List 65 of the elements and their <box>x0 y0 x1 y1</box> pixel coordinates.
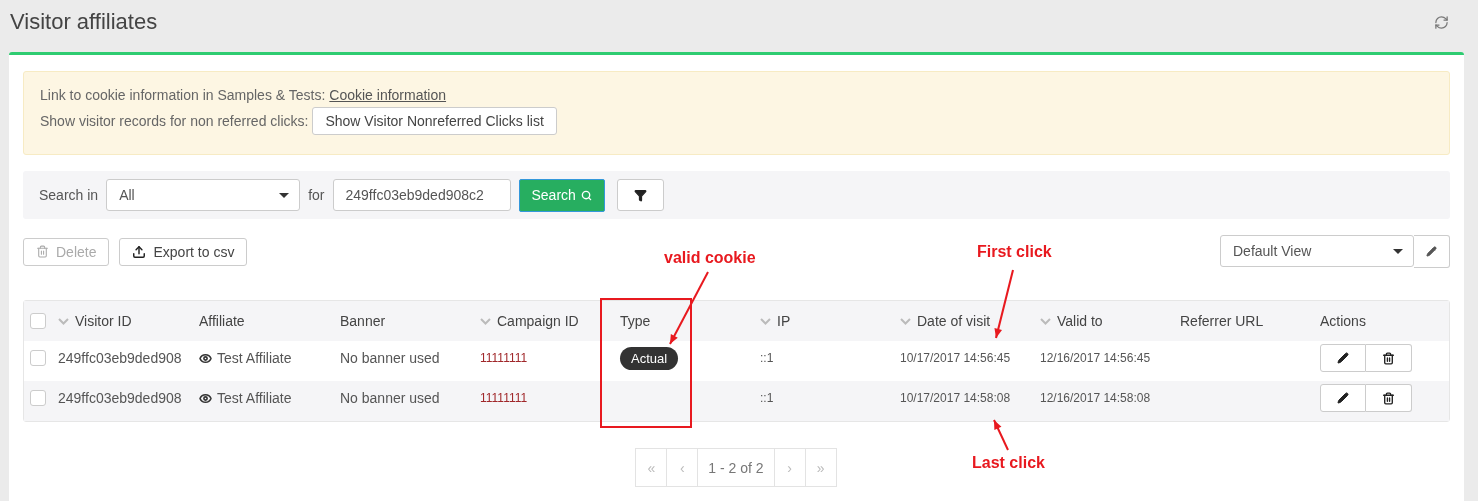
column-header[interactable]: Visitor ID <box>58 313 199 329</box>
column-header: Banner <box>340 313 387 329</box>
column-header[interactable]: IP <box>760 313 900 329</box>
row-checkbox[interactable] <box>30 350 46 366</box>
nonreferred-text: Show visitor records for non referred clicks: <box>40 113 309 129</box>
annotation-label: valid cookie <box>664 249 756 267</box>
edit-view-button[interactable] <box>1414 235 1450 268</box>
delete-button[interactable] <box>1366 384 1412 412</box>
cookie-info-text: Link to cookie information in Samples & Tests: <box>40 87 326 103</box>
table-cell-text: ::1 <box>760 351 775 365</box>
pencil-icon <box>1426 246 1437 257</box>
filter-button[interactable] <box>616 179 664 211</box>
annotation-label: First click <box>977 243 1052 261</box>
trash-icon <box>1382 351 1395 365</box>
column-header: Actions <box>1320 313 1367 329</box>
refresh-icon[interactable] <box>1434 14 1449 30</box>
funnel-icon <box>633 188 647 202</box>
export-button[interactable]: Export to csv <box>119 237 248 266</box>
eye-icon[interactable] <box>199 351 212 365</box>
search-icon <box>580 189 592 201</box>
column-header: Affiliate <box>199 313 246 329</box>
caret-icon <box>1393 248 1403 254</box>
caret-icon <box>279 192 290 198</box>
edit-button[interactable] <box>1320 344 1366 372</box>
trash-icon <box>1382 391 1395 405</box>
table-cell-text: ::1 <box>760 391 775 405</box>
nonreferred-button[interactable]: Show Visitor Nonreferred Clicks list <box>312 107 557 135</box>
table-cell-text: 10/17/2017 14:58:08 <box>900 391 1012 405</box>
row-checkbox[interactable] <box>30 390 46 406</box>
annotation-label: Last click <box>972 454 1045 472</box>
pencil-icon <box>1337 352 1349 364</box>
cookie-info-link[interactable]: Cookie information <box>329 87 447 103</box>
table-cell-text: No banner used <box>340 390 441 406</box>
delete-button[interactable] <box>1366 344 1412 372</box>
pencil-icon <box>1337 392 1349 404</box>
column-header[interactable]: Date of visit <box>900 313 1040 329</box>
upload-icon <box>132 244 147 259</box>
table-cell-text: 11111111 <box>480 351 529 365</box>
affiliate-cell: Test Affiliate <box>199 350 340 366</box>
table-cell-text: 249ffc03eb9ded908 <box>58 350 183 366</box>
column-header[interactable]: Campaign ID <box>480 313 620 329</box>
search-field-select[interactable]: All <box>106 179 301 211</box>
pagination-button[interactable]: 1 - 2 of 2 <box>697 448 775 487</box>
search-input[interactable]: 249ffc03eb9ded908c2 <box>332 179 511 211</box>
table-cell-text: 12/16/2017 14:58:08 <box>1040 391 1152 405</box>
type-badge: Actual <box>620 347 679 370</box>
page-title: Visitor affiliates <box>10 9 158 35</box>
edit-button[interactable] <box>1320 384 1366 412</box>
trash-icon <box>36 245 49 258</box>
eye-icon[interactable] <box>199 391 212 405</box>
table-cell-text: 249ffc03eb9ded908 <box>58 390 183 406</box>
for-label: for <box>308 187 325 203</box>
column-header: Type <box>620 313 652 329</box>
column-header: Referrer URL <box>1180 313 1265 329</box>
affiliate-cell: Test Affiliate <box>199 390 340 406</box>
table-cell-text: No banner used <box>340 350 441 366</box>
select-all-checkbox[interactable] <box>30 313 46 329</box>
table-cell-text: 12/16/2017 14:56:45 <box>1040 351 1152 365</box>
column-header[interactable]: Valid to <box>1040 313 1180 329</box>
annotation-arrow <box>993 419 1009 451</box>
annotation-arrow <box>994 269 1014 339</box>
view-select[interactable]: Default View <box>1220 235 1414 267</box>
table-cell-text: 11111111 <box>480 391 529 405</box>
table-cell-text: 10/17/2017 14:56:45 <box>900 351 1012 365</box>
search-in-label: Search in <box>39 187 99 203</box>
